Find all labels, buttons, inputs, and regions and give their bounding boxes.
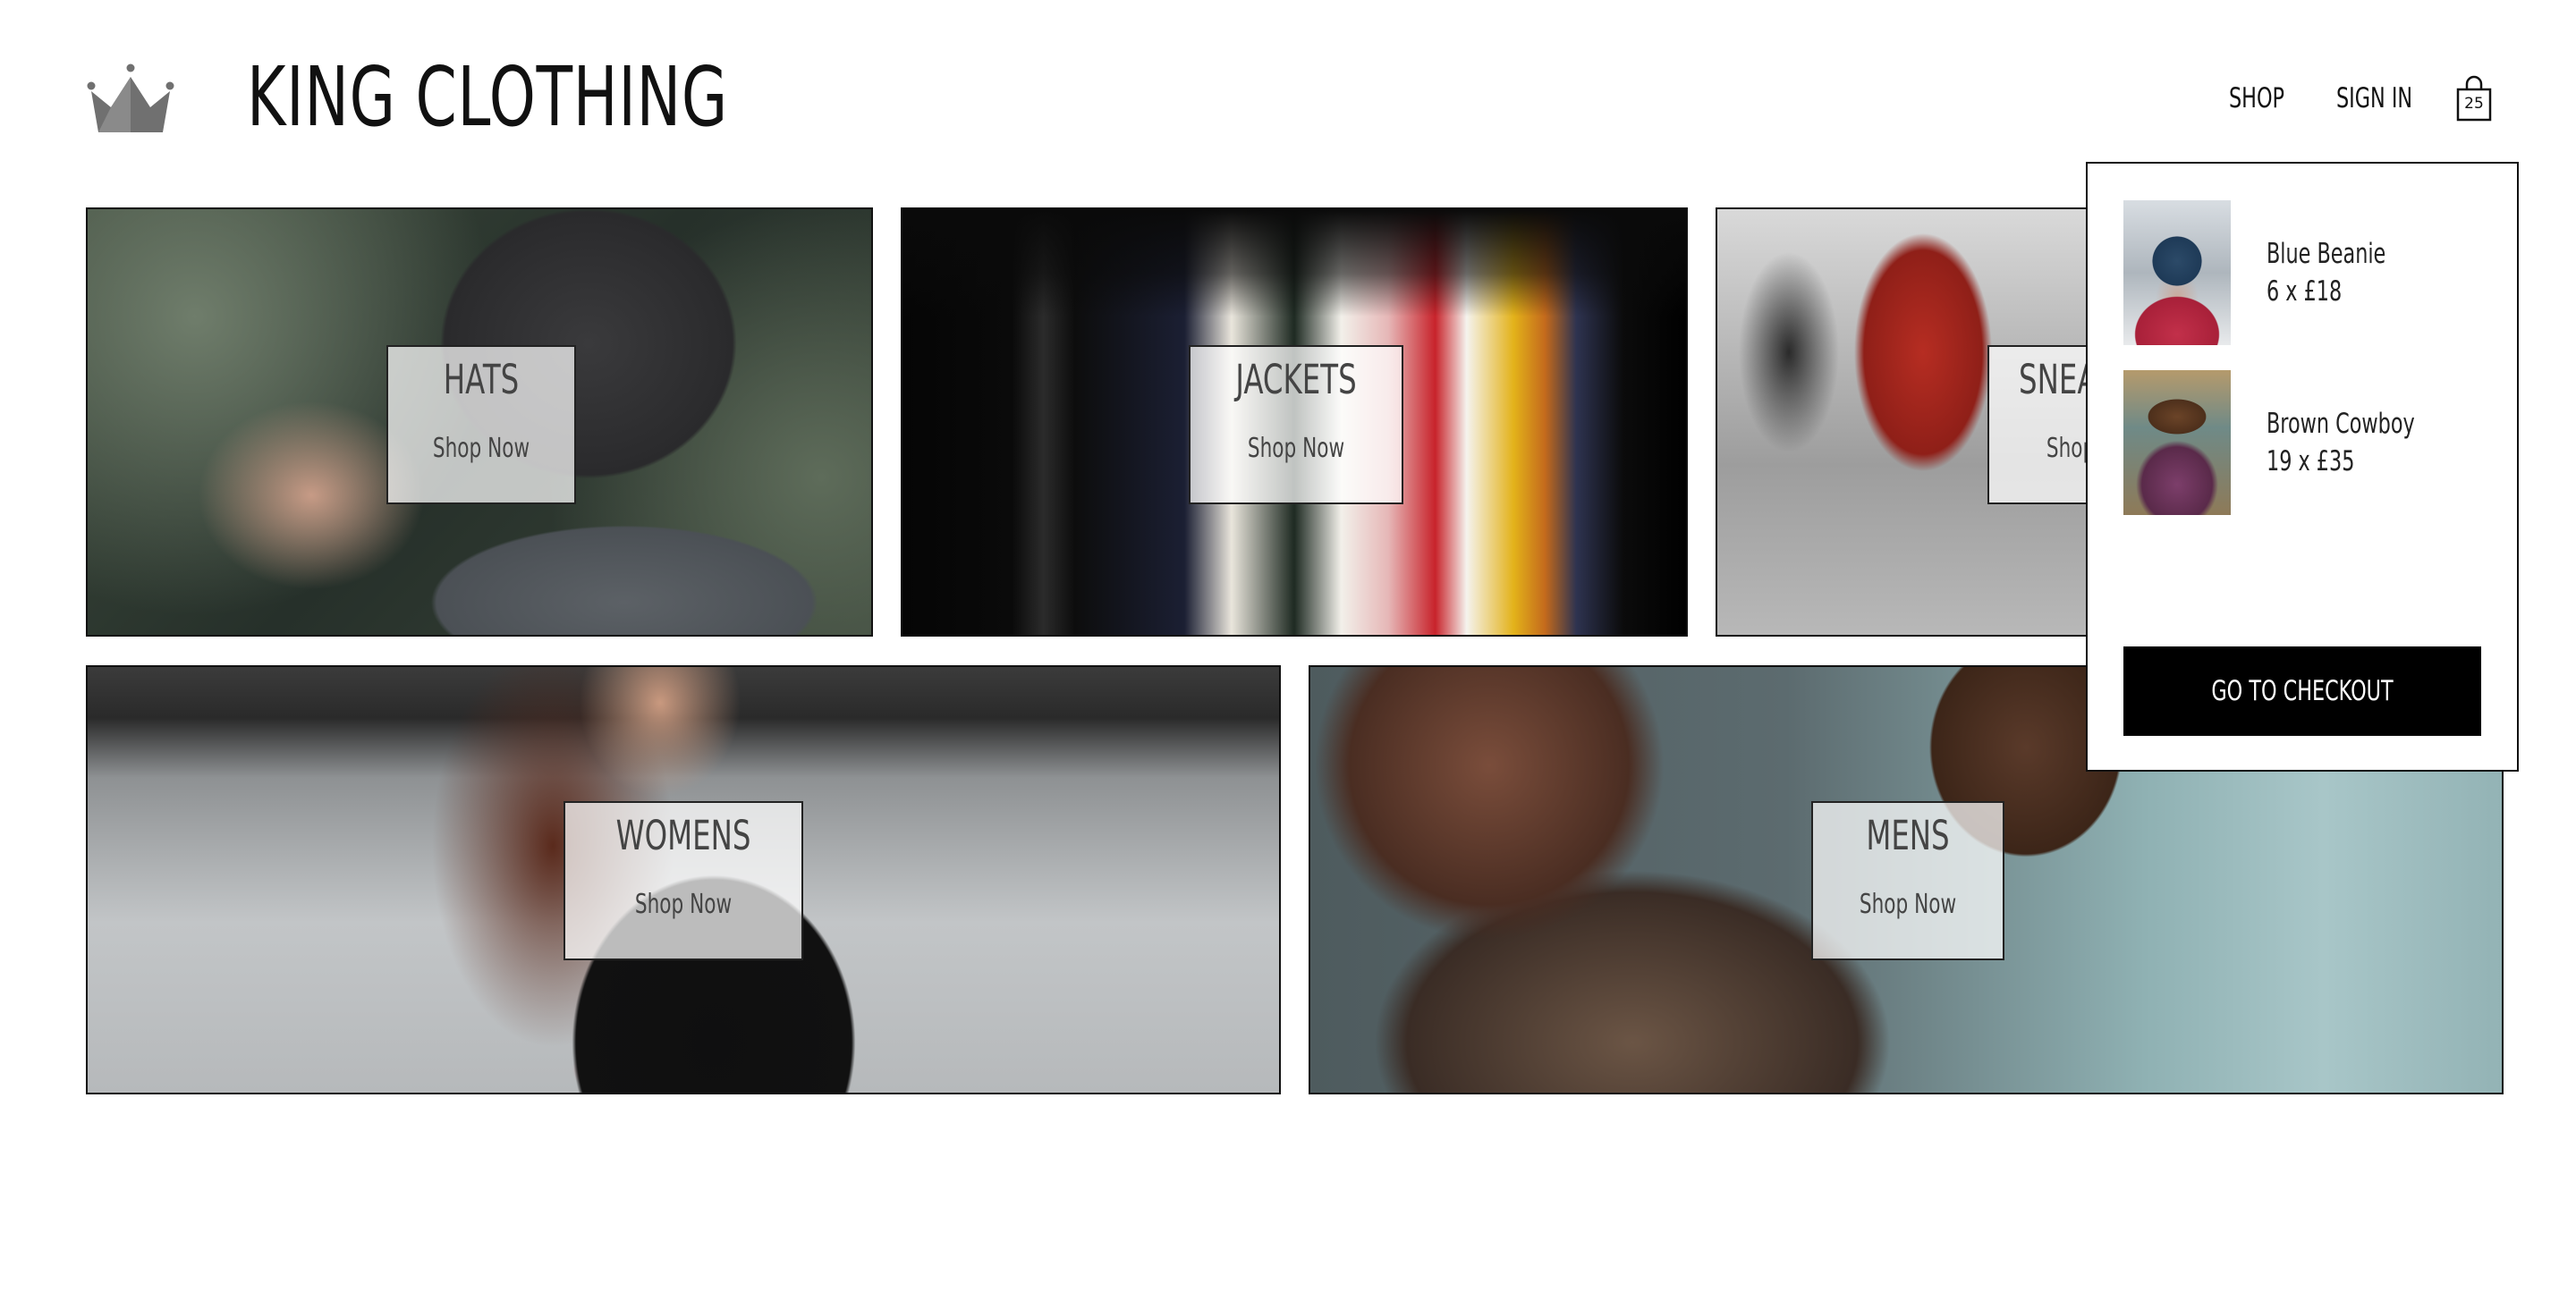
cart-dropdown: Blue Beanie 6 x £18 Brown Cowboy 19 x £3…	[2086, 162, 2519, 772]
crown-icon[interactable]	[84, 59, 177, 139]
category-label: JACKETS Shop Now	[1189, 345, 1403, 504]
jackets-rail-shadow	[902, 209, 1686, 317]
nav-shop-link[interactable]: SHOP	[2229, 82, 2284, 114]
category-label: WOMENS Shop Now	[564, 801, 803, 960]
cart-item-thumbnail	[2123, 200, 2231, 345]
shop-now-link[interactable]: Shop Now	[1220, 433, 1372, 464]
cart-item-quantity-price: 6 x £18	[2267, 275, 2343, 308]
nav-sign-in-link[interactable]: SIGN IN	[2336, 82, 2412, 114]
category-tile-hats[interactable]: HATS Shop Now	[86, 207, 873, 637]
cart-count-badge: 25	[2464, 95, 2484, 113]
cart-button[interactable]: 25	[2454, 73, 2494, 122]
cart-item-name: Brown Cowboy	[2267, 408, 2415, 440]
cart-item: Brown Cowboy 19 x £35	[2123, 370, 2499, 515]
shop-now-link[interactable]: Shop Now	[1840, 889, 1977, 920]
shop-now-link[interactable]: Shop Now	[414, 433, 548, 464]
category-title: JACKETS	[1235, 356, 1357, 403]
category-title: MENS	[1866, 812, 1950, 859]
cart-item: Blue Beanie 6 x £18	[2123, 200, 2499, 345]
category-label: HATS Shop Now	[386, 345, 576, 504]
category-tile-womens[interactable]: WOMENS Shop Now	[86, 665, 1281, 1094]
checkout-button[interactable]: GO TO CHECKOUT	[2123, 646, 2481, 736]
category-title: WOMENS	[615, 812, 751, 859]
cart-item-name: Blue Beanie	[2267, 238, 2386, 270]
checkout-button-label: GO TO CHECKOUT	[2211, 675, 2394, 707]
cart-item-quantity-price: 19 x £35	[2267, 445, 2355, 477]
shop-now-link[interactable]: Shop Now	[598, 889, 768, 920]
category-title: HATS	[443, 356, 520, 403]
site-header: KING CLOTHING SHOP SIGN IN 25	[0, 0, 2576, 188]
category-label: MENS Shop Now	[1811, 801, 2004, 960]
cart-item-thumbnail	[2123, 370, 2231, 515]
brand-title[interactable]: KING CLOTHING	[247, 52, 728, 142]
category-tile-jackets[interactable]: JACKETS Shop Now	[901, 207, 1688, 637]
